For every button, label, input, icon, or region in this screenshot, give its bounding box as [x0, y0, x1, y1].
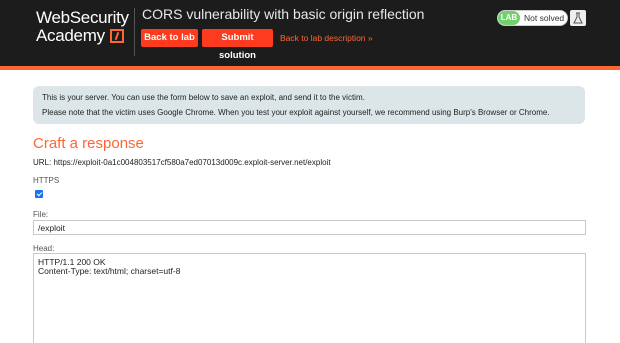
lab-badge: LAB — [498, 11, 520, 25]
head-label: Head: — [33, 244, 55, 253]
lab-title: CORS vulnerability with basic origin ref… — [142, 6, 425, 22]
header-divider — [134, 8, 135, 56]
head-textarea[interactable]: HTTP/1.1 200 OK Content-Type: text/html;… — [33, 253, 586, 343]
file-label: File: — [33, 210, 49, 219]
submit-solution-button[interactable]: Submit solution — [202, 29, 273, 61]
header-accent-bar — [0, 66, 620, 70]
file-input[interactable]: /exploit — [33, 220, 586, 235]
exploit-url: URL: https://exploit-0a1c004803517cf580a… — [33, 158, 331, 167]
lab-status-text: Not solved — [524, 13, 565, 23]
logo-text-line1: WebSecurity — [36, 8, 129, 27]
file-input-value: /exploit — [38, 223, 65, 233]
top-header: WebSecurity Academy CORS vulnerability w… — [0, 0, 620, 66]
https-checkbox[interactable] — [35, 190, 43, 198]
head-line-2: Content-Type: text/html; charset=utf-8 — [38, 266, 181, 276]
info-notice: This is your server. You can use the for… — [33, 86, 585, 124]
lab-status-widget: LAB Not solved — [497, 10, 568, 26]
notice-line-2: Please note that the victim uses Google … — [42, 108, 550, 117]
web-security-academy-logo[interactable]: WebSecurity Academy — [36, 8, 129, 48]
back-to-lab-description-link[interactable]: Back to lab description » — [280, 33, 373, 43]
https-label: HTTPS — [33, 176, 60, 185]
logo-text-line2: Academy — [36, 26, 105, 45]
logo-mark-icon — [110, 29, 124, 43]
craft-response-title: Craft a response — [33, 135, 144, 152]
notice-line-1: This is your server. You can use the for… — [42, 93, 365, 102]
back-to-lab-button[interactable]: Back to lab — [141, 29, 198, 47]
beaker-icon — [570, 10, 586, 26]
